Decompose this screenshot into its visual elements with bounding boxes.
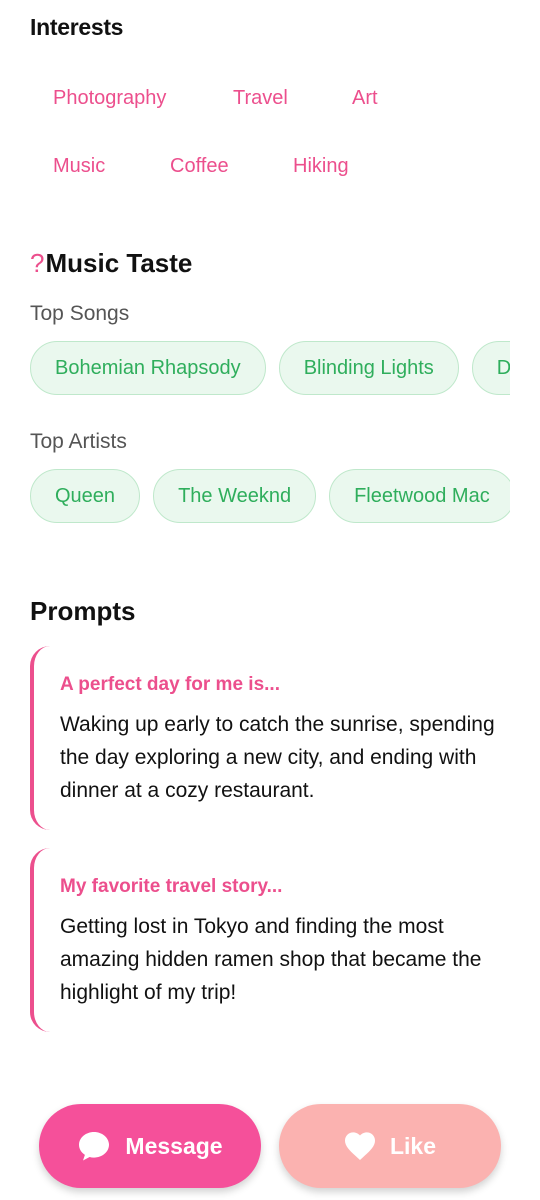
interest-tag-travel[interactable]: Travel: [233, 87, 288, 110]
song-chip[interactable]: Bohemian Rhapsody: [30, 341, 266, 395]
like-button-label: Like: [389, 1132, 437, 1159]
interest-tag-hiking[interactable]: Hiking: [293, 155, 349, 178]
prompt-card: My favorite travel story... Getting lost…: [30, 848, 510, 1032]
artist-chip[interactable]: Queen: [30, 469, 141, 523]
music-taste-title: Music Taste: [45, 248, 193, 278]
heart-icon: [344, 1131, 376, 1161]
prompts-heading: Prompts: [30, 596, 136, 626]
prompt-card: A perfect day for me is... Waking up ear…: [30, 646, 510, 830]
song-chip[interactable]: Dreams: [471, 341, 510, 395]
interest-tag-art[interactable]: Art: [352, 87, 378, 110]
interest-tag-coffee[interactable]: Coffee: [170, 155, 229, 178]
prompt-answer: Waking up early to catch the sunrise, sp…: [60, 713, 495, 802]
chat-bubble-icon: [77, 1130, 111, 1162]
like-button[interactable]: Like: [279, 1104, 501, 1188]
music-taste-heading: ? Music Taste: [30, 248, 192, 279]
top-songs-label: Top Songs: [30, 302, 130, 325]
message-button-label: Message: [125, 1132, 223, 1159]
interest-tag-music[interactable]: Music: [53, 155, 105, 178]
artist-chip[interactable]: Fleetwood Mac: [329, 469, 510, 523]
prompt-answer: Getting lost in Tokyo and finding the mo…: [60, 915, 482, 1004]
interests-heading: Interests: [30, 14, 124, 40]
message-button[interactable]: Message: [39, 1104, 261, 1188]
artist-chip[interactable]: The Weeknd: [153, 469, 317, 523]
music-taste-icon: ?: [30, 248, 45, 278]
top-songs-list[interactable]: Bohemian RhapsodyBlinding Lights Dreams: [30, 341, 510, 397]
interest-tag-photography[interactable]: Photography: [53, 87, 166, 110]
prompt-question: A perfect day for me is...: [60, 674, 280, 695]
top-artists-list[interactable]: Queen The Weeknd Fleetwood Mac: [30, 469, 510, 525]
top-artists-label: Top Artists: [30, 430, 127, 453]
song-chip[interactable]: Blinding Lights: [278, 341, 459, 395]
prompt-question: My favorite travel story...: [60, 876, 283, 897]
